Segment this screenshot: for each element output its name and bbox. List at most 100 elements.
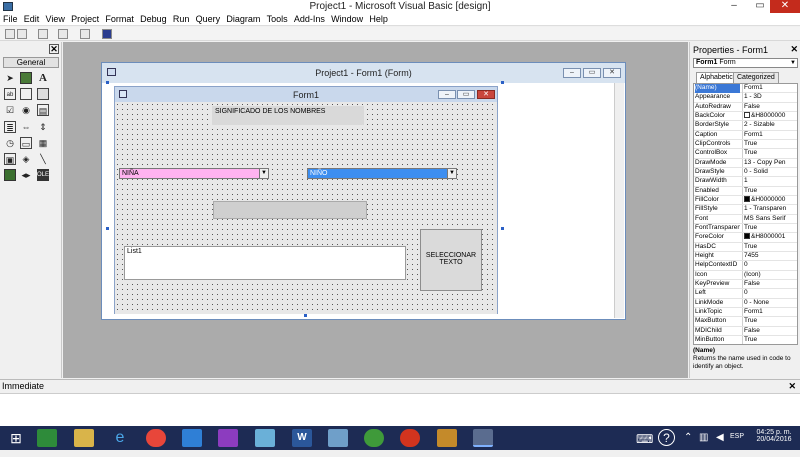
combobox-icon[interactable]: ▤: [37, 104, 49, 116]
property-value[interactable]: 1 - 3D: [742, 93, 797, 102]
chevron-down-icon[interactable]: ▼: [259, 169, 268, 178]
menu-editor-icon[interactable]: [38, 29, 48, 39]
combo-nina[interactable]: NIÑA ▼: [119, 168, 269, 179]
file-explorer-icon[interactable]: [74, 429, 94, 447]
property-value[interactable]: 1 - Transparen: [742, 205, 797, 214]
property-grid[interactable]: (Name) Form1 Appearance 1 - 3D AutoRedraw Fal…: [693, 83, 798, 345]
listbox-list1[interactable]: List1: [124, 246, 406, 280]
line-icon[interactable]: ╲: [37, 153, 49, 165]
selection-handle[interactable]: [501, 227, 504, 230]
app-icon[interactable]: [400, 429, 420, 447]
property-row[interactable]: LinkMode 0 - None: [694, 298, 797, 308]
property-row[interactable]: (Name) Form1: [694, 84, 797, 94]
maximize-button[interactable]: ▭: [748, 0, 772, 13]
app-icon[interactable]: [364, 429, 384, 447]
property-row[interactable]: DrawStyle 0 - Solid: [694, 167, 797, 178]
designer-vertical-scrollbar[interactable]: [614, 83, 624, 318]
menu-window[interactable]: Window: [329, 13, 365, 24]
property-row[interactable]: Appearance 1 - 3D: [694, 93, 797, 103]
menu-diagram[interactable]: Diagram: [224, 13, 262, 24]
property-row[interactable]: DrawWidth 1: [694, 177, 797, 187]
ole-icon[interactable]: OLE: [37, 169, 49, 181]
menu-add-ins[interactable]: Add-Ins: [292, 13, 327, 24]
property-value[interactable]: 13 - Copy Pen: [742, 158, 797, 168]
help-icon[interactable]: ?: [658, 429, 675, 446]
property-row[interactable]: Caption Form1: [694, 130, 797, 140]
property-row[interactable]: DrawMode 13 - Copy Pen: [694, 158, 797, 168]
menu-query[interactable]: Query: [194, 13, 223, 24]
property-row[interactable]: ForeColor &H8000001: [694, 233, 797, 243]
property-value[interactable]: True: [742, 317, 797, 326]
tab-categorized[interactable]: Categorized: [733, 72, 779, 83]
menu-format[interactable]: Format: [103, 13, 136, 24]
property-value[interactable]: Form1: [742, 130, 797, 140]
word-icon[interactable]: W: [292, 429, 312, 447]
form1-minimize-button[interactable]: –: [438, 90, 456, 99]
clock[interactable]: 04:25 p. m. 20/04/2016: [752, 429, 796, 453]
pointer-icon[interactable]: ➤: [4, 72, 16, 84]
form1-client-grid[interactable]: SIGNIFICADO DE LOS NOMBRES NIÑA ▼ NIÑO ▼…: [115, 102, 497, 314]
property-value[interactable]: MS Sans Serif: [742, 214, 797, 224]
property-row[interactable]: HelpContextID 0: [694, 261, 797, 271]
windows-start-icon[interactable]: ⊞: [6, 429, 26, 447]
keyboard-icon[interactable]: ⌨: [636, 432, 653, 456]
result-label[interactable]: [213, 201, 367, 219]
app-icon[interactable]: [328, 429, 348, 447]
save-project-icon[interactable]: [80, 29, 90, 39]
designer-minimize-button[interactable]: –: [563, 68, 581, 78]
property-value[interactable]: &H8000001: [742, 233, 797, 242]
property-row[interactable]: FontTransparen True: [694, 223, 797, 234]
menu-run[interactable]: Run: [171, 13, 192, 24]
chevron-up-icon[interactable]: ⌃: [684, 432, 692, 456]
data-icon[interactable]: ◂▸: [20, 169, 32, 181]
property-row[interactable]: MinButton True: [694, 335, 797, 344]
property-row[interactable]: ClipControls True: [694, 139, 797, 150]
form1-maximize-button[interactable]: ▭: [457, 90, 475, 99]
minimize-button[interactable]: –: [722, 0, 746, 13]
property-value[interactable]: True: [742, 139, 797, 149]
add-form-icon[interactable]: [17, 29, 27, 39]
property-row[interactable]: Height 7455: [694, 251, 797, 262]
menu-view[interactable]: View: [44, 13, 67, 24]
property-row[interactable]: MDIChild False: [694, 326, 797, 336]
add-project-icon[interactable]: [5, 29, 15, 39]
hscrollbar-icon[interactable]: ⇔: [20, 121, 32, 133]
property-value[interactable]: True: [742, 223, 797, 233]
property-row[interactable]: ControlBox True: [694, 149, 797, 159]
designer-close-button[interactable]: ✕: [603, 68, 621, 78]
menu-help[interactable]: Help: [367, 13, 390, 24]
volume-icon[interactable]: ◀: [716, 432, 724, 456]
property-row[interactable]: MaxButton True: [694, 317, 797, 327]
settings-icon[interactable]: [255, 429, 275, 447]
vscrollbar-icon[interactable]: ⇕: [37, 121, 49, 133]
frame-icon[interactable]: [20, 88, 32, 100]
property-value[interactable]: True: [742, 186, 797, 196]
timer-icon[interactable]: ◷: [4, 137, 16, 149]
dirlistbox-icon[interactable]: ▦: [37, 137, 49, 149]
menu-tools[interactable]: Tools: [265, 13, 290, 24]
menu-edit[interactable]: Edit: [22, 13, 42, 24]
select-text-button[interactable]: SELECCIONAR TEXTO: [420, 229, 482, 291]
dropbox-icon[interactable]: [182, 429, 202, 447]
property-value[interactable]: 0 - None: [742, 298, 797, 308]
checkbox-icon[interactable]: ☑: [4, 104, 16, 116]
designer-maximize-button[interactable]: ▭: [583, 68, 601, 78]
drivelistbox-icon[interactable]: ▭: [20, 137, 32, 149]
tab-alphabetic[interactable]: Alphabetic: [696, 72, 737, 83]
property-value[interactable]: (Icon): [742, 270, 797, 280]
property-row[interactable]: AutoRedraw False: [694, 102, 797, 112]
selection-handle[interactable]: [501, 81, 504, 84]
property-row[interactable]: Left 0: [694, 289, 797, 299]
object-selector[interactable]: Form1 Form ▼: [693, 58, 798, 68]
label-icon[interactable]: A: [37, 72, 49, 84]
property-value[interactable]: False: [742, 326, 797, 336]
form1-close-button[interactable]: ✕: [477, 90, 495, 99]
textbox-icon[interactable]: ab: [4, 88, 16, 100]
property-value[interactable]: Form1: [742, 307, 797, 317]
network-icon[interactable]: ▥: [699, 432, 708, 456]
commandbutton-icon[interactable]: [37, 88, 49, 100]
combo-nino[interactable]: NIÑO ▼: [307, 168, 457, 179]
selection-handle[interactable]: [106, 227, 109, 230]
immediate-close-button[interactable]: ✕: [788, 381, 796, 392]
property-value[interactable]: False: [742, 102, 797, 112]
